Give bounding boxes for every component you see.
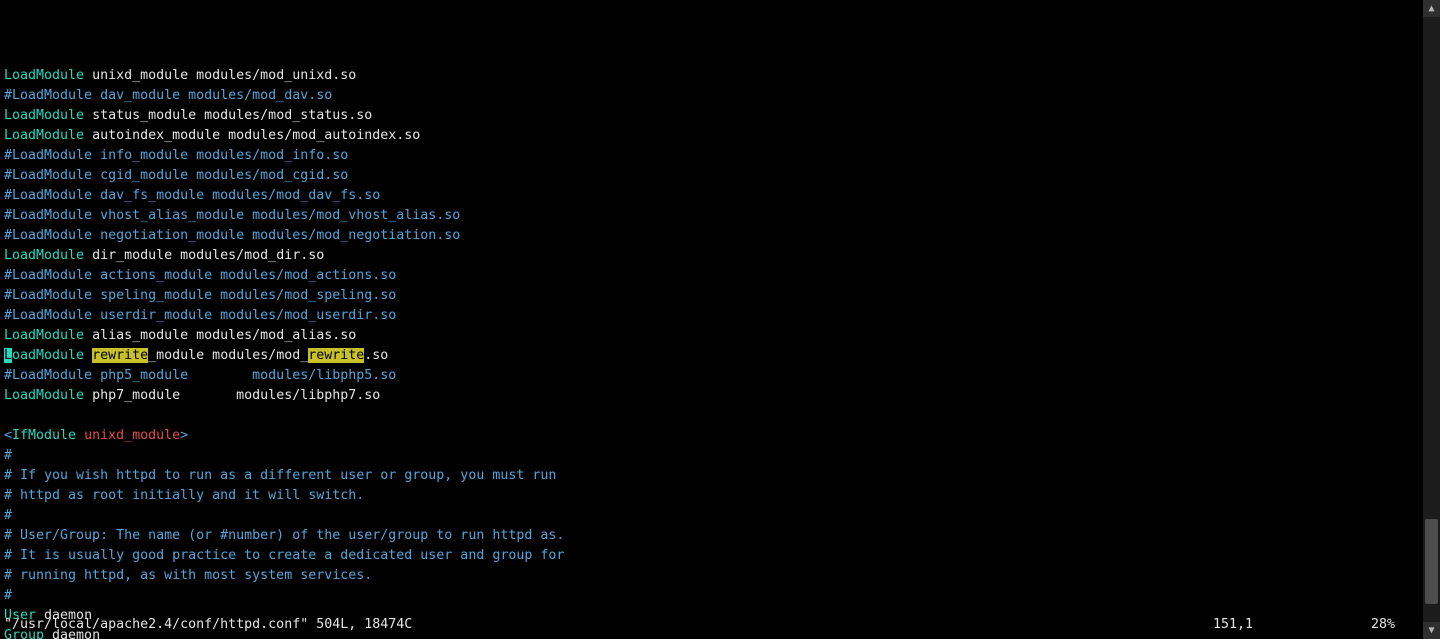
editor-line: #LoadModule negotiation_module modules/m… (4, 226, 1419, 246)
editor-line: # (4, 446, 1419, 466)
status-file-info: "/usr/local/apache2.4/conf/httpd.conf" 5… (4, 615, 412, 635)
comment-text: #LoadModule info_module modules/mod_info… (4, 148, 348, 163)
comment-text: #LoadModule dav_module modules/mod_dav.s… (4, 88, 332, 103)
editor-line: #LoadModule info_module modules/mod_info… (4, 146, 1419, 166)
loadmodule-keyword: LoadModule (4, 388, 84, 403)
editor-pane[interactable]: LoadModule unixd_module modules/mod_unix… (0, 0, 1423, 639)
comment-text: #LoadModule speling_module modules/mod_s… (4, 288, 396, 303)
editor-line: #LoadModule vhost_alias_module modules/m… (4, 206, 1419, 226)
comment-text: # If you wish httpd to run as a differen… (4, 468, 556, 483)
editor-line: # User/Group: The name (or #number) of t… (4, 526, 1419, 546)
vim-status-bar: "/usr/local/apache2.4/conf/httpd.conf" 5… (4, 615, 1423, 635)
loadmodule-args: .so (364, 348, 388, 363)
search-highlight: rewrite (308, 348, 364, 363)
editor-line: #LoadModule userdir_module modules/mod_u… (4, 306, 1419, 326)
editor-line: #LoadModule speling_module modules/mod_s… (4, 286, 1419, 306)
editor-line: LoadModule status_module modules/mod_sta… (4, 106, 1419, 126)
status-scroll-pct: 28% (1371, 615, 1395, 635)
text-cursor: L (4, 348, 12, 363)
editor-line: #LoadModule cgid_module modules/mod_cgid… (4, 166, 1419, 186)
comment-text: #LoadModule vhost_alias_module modules/m… (4, 208, 460, 223)
space (76, 428, 84, 443)
editor-line: # running httpd, as with most system ser… (4, 566, 1419, 586)
loadmodule-args: _module modules/mod_ (148, 348, 308, 363)
angle-bracket-close: > (180, 428, 188, 443)
loadmodule-args: php7_module modules/libphp7.so (84, 388, 380, 403)
space (84, 348, 92, 363)
comment-text: # (4, 508, 12, 523)
search-highlight: rewrite (92, 348, 148, 363)
comment-text: #LoadModule userdir_module modules/mod_u… (4, 308, 396, 323)
editor-line: LoadModule dir_module modules/mod_dir.so (4, 246, 1419, 266)
scroll-up-button[interactable]: ▲ (1423, 0, 1440, 17)
loadmodule-keyword: LoadModule (4, 108, 84, 123)
loadmodule-args: dir_module modules/mod_dir.so (84, 248, 324, 263)
scroll-down-button[interactable]: ▼ (1423, 622, 1440, 639)
loadmodule-args: unixd_module modules/mod_unixd.so (84, 68, 356, 83)
editor-line: LoadModule alias_module modules/mod_alia… (4, 326, 1419, 346)
loadmodule-keyword: LoadModule (4, 128, 84, 143)
scrollbar-track[interactable] (1423, 17, 1440, 622)
comment-text: # It is usually good practice to create … (4, 548, 564, 563)
angle-bracket-open: < (4, 428, 12, 443)
ifmodule-arg: unixd_module (84, 428, 180, 443)
scrollbar-thumb[interactable] (1425, 519, 1438, 604)
loadmodule-args: status_module modules/mod_status.so (84, 108, 372, 123)
editor-line: LoadModule php7_module modules/libphp7.s… (4, 386, 1419, 406)
editor-line: LoadModule autoindex_module modules/mod_… (4, 126, 1419, 146)
loadmodule-keyword: LoadModule (4, 248, 84, 263)
editor-line: # (4, 506, 1419, 526)
editor-line: #LoadModule actions_module modules/mod_a… (4, 266, 1419, 286)
editor-line: # If you wish httpd to run as a differen… (4, 466, 1419, 486)
editor-line: # httpd as root initially and it will sw… (4, 486, 1419, 506)
comment-text: #LoadModule php5_module modules/libphp5.… (4, 368, 396, 383)
comment-text: # running httpd, as with most system ser… (4, 568, 372, 583)
comment-text: #LoadModule actions_module modules/mod_a… (4, 268, 396, 283)
loadmodule-args: autoindex_module modules/mod_autoindex.s… (84, 128, 420, 143)
loadmodule-keyword: oadModule (12, 348, 84, 363)
status-cursor-pos: 151,1 (1213, 615, 1253, 635)
editor-line: # It is usually good practice to create … (4, 546, 1419, 566)
loadmodule-keyword: LoadModule (4, 68, 84, 83)
editor-line: <IfModule unixd_module> (4, 426, 1419, 446)
comment-text: # httpd as root initially and it will sw… (4, 488, 364, 503)
loadmodule-args: alias_module modules/mod_alias.so (84, 328, 356, 343)
vertical-scrollbar[interactable]: ▲ ▼ (1423, 0, 1440, 639)
comment-text: # User/Group: The name (or #number) of t… (4, 528, 564, 543)
comment-text: # (4, 588, 12, 603)
editor-line: #LoadModule php5_module modules/libphp5.… (4, 366, 1419, 386)
editor-line: # (4, 586, 1419, 606)
editor-line (4, 406, 1419, 426)
ifmodule-keyword: IfModule (12, 428, 76, 443)
comment-text: #LoadModule cgid_module modules/mod_cgid… (4, 168, 348, 183)
editor-line: #LoadModule dav_module modules/mod_dav.s… (4, 86, 1419, 106)
comment-text: #LoadModule dav_fs_module modules/mod_da… (4, 188, 380, 203)
editor-line: LoadModule rewrite_module modules/mod_re… (4, 346, 1419, 366)
loadmodule-keyword: LoadModule (4, 328, 84, 343)
editor-line: LoadModule unixd_module modules/mod_unix… (4, 66, 1419, 86)
comment-text: #LoadModule negotiation_module modules/m… (4, 228, 460, 243)
comment-text: # (4, 448, 12, 463)
editor-line: #LoadModule dav_fs_module modules/mod_da… (4, 186, 1419, 206)
